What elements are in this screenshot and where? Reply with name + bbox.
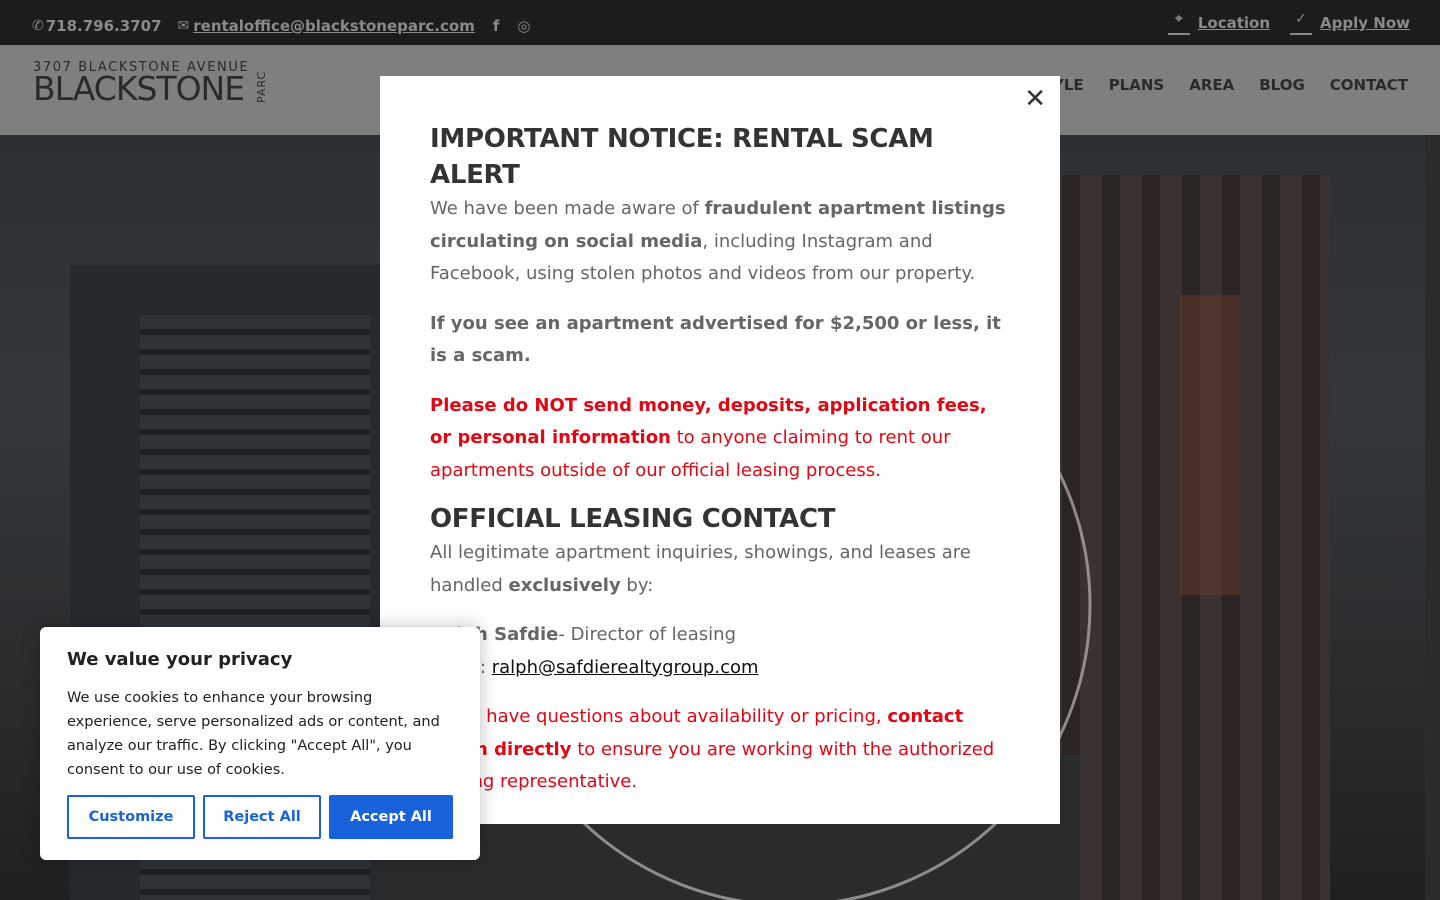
modal-title: IMPORTANT NOTICE: RENTAL SCAM ALERT [430,124,934,190]
facebook-icon[interactable]: f [493,17,500,35]
modal-paragraph: All legitimate apartment inquiries, show… [430,537,1010,602]
envelope-icon: ✉ [177,18,190,34]
top-bar: ✆ 718.796.3707 ✉ rentaloffice@blackstone… [0,0,1440,45]
modal-warning: Please do NOT send money, deposits, appl… [430,390,1010,488]
cookie-consent-banner: We value your privacy We use cookies to … [40,627,480,860]
nav-item-plans[interactable]: PLANS [1109,76,1165,94]
cookie-text: We use cookies to enhance your browsing … [67,690,440,778]
contact-email-link[interactable]: ralph@safdierealtygroup.com [492,657,759,678]
nav-item-area[interactable]: AREA [1189,76,1234,94]
logo-name: BLACKSTONE PARC [33,69,276,108]
contact-role: - Director of leasing [558,624,736,645]
instagram-icon[interactable]: ◎ [517,17,530,35]
modal-paragraph: If you see an apartment advertised for $… [430,308,1010,373]
apply-now-label: Apply Now [1320,14,1410,32]
phone-link[interactable]: 718.796.3707 [46,17,162,35]
close-icon[interactable]: ✕ [1024,86,1046,112]
checkmark-icon: ✓ [1290,11,1313,35]
scam-alert-modal: ✕ IMPORTANT NOTICE: RENTAL SCAM ALERT We… [380,76,1060,824]
accept-all-button[interactable]: Accept All [329,795,453,839]
customize-button[interactable]: Customize [67,795,195,839]
map-pin-icon: ⌖ [1167,11,1190,35]
logo-name-text: BLACKSTONE [33,69,245,108]
p5-text: If you have questions about availability… [430,706,888,727]
cookie-buttons: Customize Reject All Accept All [67,795,453,839]
p2-bold: If you see an apartment advertised for $… [430,312,1001,367]
p1-text: We have been made aware of [430,198,705,219]
apply-now-link[interactable]: ✓ Apply Now [1290,11,1410,35]
nav-item-blog[interactable]: BLOG [1259,76,1305,94]
modal-warning: If you have questions about availability… [430,701,1010,799]
top-contact: ✆ 718.796.3707 ✉ rentaloffice@blackstone… [32,17,530,35]
nav-item-contact[interactable]: CONTACT [1330,76,1408,94]
p4-text-end: by: [620,574,654,596]
phone-icon: ✆ [32,18,44,34]
modal-paragraph: We have been made aware of fraudulent ap… [430,193,1010,291]
location-label: Location [1197,14,1271,32]
top-right-links: ⌖ Location ✓ Apply Now [1167,11,1410,35]
logo[interactable]: 3707 BLACKSTONE AVENUE BLACKSTONE PARC [33,60,276,108]
logo-parc: PARC [255,70,269,103]
reject-all-button[interactable]: Reject All [203,795,321,839]
scrollbar[interactable] [1425,135,1440,900]
p4-bold: exclusively [508,574,621,596]
modal-contact: Ralph Safdie- Director of leasing Email:… [430,619,1010,684]
modal-heading-contact: OFFICIAL LEASING CONTACT [430,504,836,534]
email-link[interactable]: rentaloffice@blackstoneparc.com [193,17,475,35]
location-link[interactable]: ⌖ Location [1167,11,1271,35]
cookie-title: We value your privacy [67,649,293,670]
main-nav: ESTYLE PLANS AREA BLOG CONTACT [1022,76,1408,94]
social-links: f ◎ [493,17,531,35]
